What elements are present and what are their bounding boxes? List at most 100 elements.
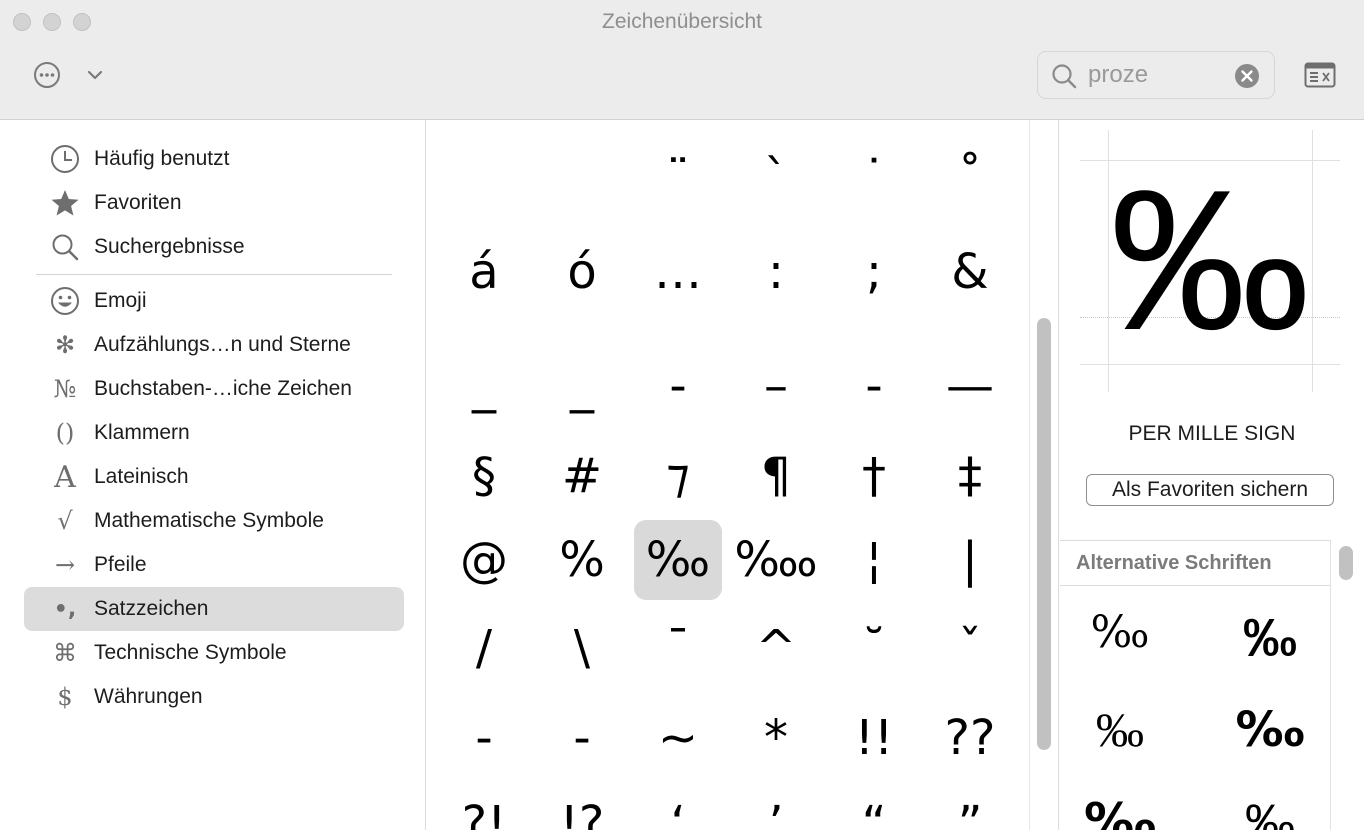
alternative-glyph[interactable]: ‰ <box>1210 598 1330 678</box>
character-cell[interactable]: ‐ <box>634 346 722 426</box>
character-cell[interactable]: ` <box>732 138 820 218</box>
character-cell[interactable]: \ <box>538 608 626 688</box>
sidebar-item-search-results[interactable]: Suchergebnisse <box>24 225 404 269</box>
alternative-glyph[interactable]: ‰ <box>1060 690 1180 770</box>
character-cell[interactable]: ˚ <box>926 138 1014 218</box>
character-cell[interactable]: ¨ <box>634 138 722 218</box>
sidebar-item-brackets[interactable]: () Klammern <box>24 411 404 455</box>
grid-scrollbar[interactable] <box>1029 120 1059 830</box>
character-cell[interactable]: – <box>732 346 820 426</box>
sidebar-item-letterlike[interactable]: № Buchstaben-…iche Zeichen <box>24 367 404 411</box>
character-cell[interactable]: ¶ <box>732 436 820 516</box>
character-cell[interactable]: á <box>440 232 528 312</box>
character-cell[interactable]: ¯ <box>634 608 722 688</box>
character-cell[interactable]: ~ <box>634 698 722 778</box>
dollar-icon: $ <box>57 683 73 711</box>
sidebar-item-favorites[interactable]: Favoriten <box>24 181 404 225</box>
character-cell[interactable]: ?? <box>926 698 1014 778</box>
character-name: PER MILLE SIGN <box>1128 422 1296 445</box>
character-cell[interactable]: % <box>538 520 626 600</box>
character-cell[interactable]: ˇ <box>926 608 1014 688</box>
character-cell[interactable]: ?! <box>440 784 528 830</box>
sidebar-item-bullets-stars[interactable]: ✻ Aufzählungs…n und Sterne <box>24 323 404 367</box>
alternative-glyph[interactable]: ‰ <box>1210 690 1330 770</box>
alternative-glyph[interactable]: ‰ <box>1060 592 1180 672</box>
search-input[interactable] <box>1088 60 1228 90</box>
sidebar-item-emoji[interactable]: Emoji <box>24 279 404 323</box>
character-cell[interactable]: — <box>926 346 1014 426</box>
character-cell[interactable]: * <box>732 698 820 778</box>
character-cell[interactable]: ‘ <box>634 784 722 830</box>
character-cell[interactable]: ‱ <box>732 520 820 600</box>
character-cell[interactable]: … <box>634 232 722 312</box>
character-cell[interactable]: ^ <box>732 608 820 688</box>
character-cell[interactable]: § <box>440 436 528 516</box>
keyboard-viewer-icon[interactable] <box>1304 62 1336 88</box>
title-bar: Zeichenübersicht <box>0 0 1364 120</box>
save-favorite-button[interactable]: Als Favoriten sichern <box>1086 474 1334 506</box>
character-cell[interactable]: - <box>538 698 626 778</box>
arrow-right-icon: → <box>54 551 76 579</box>
character-cell[interactable]: # <box>538 436 626 516</box>
sidebar-item-arrows[interactable]: → Pfeile <box>24 543 404 587</box>
preview-glyph: ‰ <box>1110 149 1310 372</box>
alternative-glyph[interactable]: ‰ <box>1060 782 1180 830</box>
sidebar-item-math[interactable]: √ Mathematische Symbole <box>24 499 404 543</box>
sidebar-item-label: Häufig benutzt <box>94 147 230 170</box>
sidebar-item-label: Satzzeichen <box>94 597 209 620</box>
character-cell[interactable]: ⁊ <box>634 436 722 516</box>
alternative-fonts-list: ‰ ‰ ‰ ‰ ‰ ‰ <box>1060 586 1330 830</box>
character-cell[interactable]: : <box>732 232 820 312</box>
alternatives-scrollbar[interactable] <box>1330 540 1364 830</box>
chevron-down-icon[interactable] <box>86 66 104 84</box>
character-cell[interactable]: ‰ <box>634 520 722 600</box>
sidebar-item-label: Favoriten <box>94 191 182 214</box>
glyph-preview: ‰ <box>1080 130 1340 392</box>
character-grid: ¨ ` ˙ ˚ á ó…:; & _ _ ‐ – ‑ — § # ⁊ ¶ † ‡ @% ‰ ‱ ¦ | / \ ¯ ^ ˘ ˇ - - ~ *!!… <box>426 120 1029 830</box>
character-cell[interactable] <box>538 138 626 218</box>
sidebar-item-currency[interactable]: $ Währungen <box>24 675 404 719</box>
sidebar-item-label: Aufzählungs…n und Sterne <box>94 333 351 356</box>
character-cell[interactable]: _ <box>538 346 626 426</box>
character-cell[interactable]: ¦ <box>830 520 918 600</box>
clock-icon <box>50 144 80 174</box>
sidebar-item-frequently-used[interactable]: Häufig benutzt <box>24 137 404 181</box>
character-viewer-window: Zeichenübersicht Häufig benutzt <box>0 0 1364 830</box>
character-cell[interactable]: ‡ <box>926 436 1014 516</box>
character-cell[interactable]: & <box>926 232 1014 312</box>
character-cell[interactable]: !? <box>538 784 626 830</box>
character-cell[interactable]: ” <box>926 784 1014 830</box>
clear-x-icon[interactable] <box>1235 64 1259 88</box>
sidebar-item-label: Klammern <box>94 421 190 444</box>
punctuation-icon: •, <box>53 596 77 622</box>
sidebar-item-punctuation[interactable]: •, Satzzeichen <box>24 587 404 631</box>
ellipsis-circle-icon[interactable] <box>33 61 61 89</box>
character-cell[interactable]: - <box>440 698 528 778</box>
alternative-glyph[interactable]: ‰ <box>1210 782 1330 830</box>
character-cell[interactable]: / <box>440 608 528 688</box>
character-cell[interactable]: “ <box>830 784 918 830</box>
sidebar-item-label: Buchstaben-…iche Zeichen <box>94 377 352 400</box>
alternatives-scroll-thumb[interactable] <box>1339 546 1353 580</box>
search-field[interactable] <box>1037 51 1275 99</box>
character-cell[interactable]: !! <box>830 698 918 778</box>
character-cell[interactable]: ‑ <box>830 346 918 426</box>
sidebar-item-label: Suchergebnisse <box>94 235 245 258</box>
character-cell[interactable]: ó <box>538 232 626 312</box>
command-icon: ⌘ <box>53 639 77 667</box>
character-cell[interactable]: @ <box>440 520 528 600</box>
character-cell[interactable]: ˙ <box>830 138 918 218</box>
sidebar-item-label: Pfeile <box>94 553 147 576</box>
character-cell[interactable]: ˘ <box>830 608 918 688</box>
character-cell[interactable]: ; <box>830 232 918 312</box>
grid-scroll-thumb[interactable] <box>1037 318 1051 750</box>
character-cell[interactable]: † <box>830 436 918 516</box>
sidebar-item-latin[interactable]: A Lateinisch <box>24 455 404 499</box>
square-root-icon: √ <box>57 507 73 535</box>
character-cell[interactable] <box>440 138 528 218</box>
character-cell[interactable]: ’ <box>732 784 820 830</box>
character-cell[interactable]: _ <box>440 346 528 426</box>
sidebar-item-technical[interactable]: ⌘ Technische Symbole <box>24 631 404 675</box>
character-cell[interactable]: | <box>926 520 1014 600</box>
sidebar-item-label: Währungen <box>94 685 203 708</box>
